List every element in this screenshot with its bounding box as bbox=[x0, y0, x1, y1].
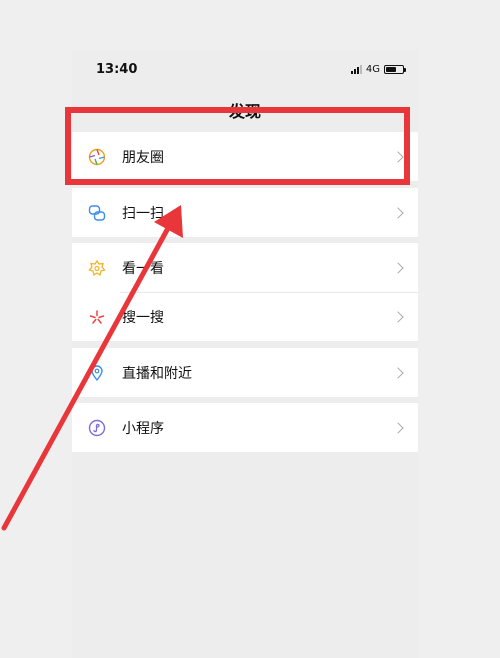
chevron-right-icon bbox=[392, 366, 404, 379]
chevron-right-icon bbox=[392, 261, 404, 274]
network-type: 4G bbox=[365, 64, 380, 75]
menu-item-scan[interactable]: 扫一扫 bbox=[72, 188, 418, 237]
signal-icon bbox=[350, 65, 362, 74]
scan-icon bbox=[88, 204, 106, 222]
mini-program-icon bbox=[88, 419, 106, 437]
live-nearby-icon bbox=[88, 364, 106, 382]
battery-fill bbox=[386, 67, 396, 72]
menu-item-label: 小程序 bbox=[122, 420, 164, 437]
menu-item-search[interactable]: 搜一搜 bbox=[72, 292, 418, 341]
menu-item-top-stories[interactable]: 看一看 bbox=[72, 243, 418, 292]
status-indicators: 4G bbox=[350, 64, 406, 75]
menu-item-live-nearby[interactable]: 直播和附近 bbox=[72, 348, 418, 397]
screenshot-page: 13:40 4G 发现 朋友圈 扫一扫 看一看 搜一搜 直播和附近 小程序 bbox=[0, 0, 500, 658]
battery-icon bbox=[384, 65, 406, 74]
menu-item-label: 看一看 bbox=[122, 260, 164, 277]
menu-item-label: 直播和附近 bbox=[122, 365, 192, 382]
menu-item-mini-programs[interactable]: 小程序 bbox=[72, 403, 418, 452]
menu-group-discover: 看一看 搜一搜 bbox=[72, 243, 418, 341]
status-time: 13:40 bbox=[96, 62, 138, 77]
menu-item-label: 扫一扫 bbox=[122, 205, 164, 222]
status-bar: 13:40 4G bbox=[72, 50, 418, 92]
menu-group-live: 直播和附近 bbox=[72, 348, 418, 397]
chevron-right-icon bbox=[392, 421, 404, 434]
menu-group-mini-programs: 小程序 bbox=[72, 403, 418, 452]
menu-group-tools: 扫一扫 bbox=[72, 188, 418, 237]
search-icon bbox=[88, 308, 106, 326]
top-stories-icon bbox=[88, 259, 106, 277]
chevron-right-icon bbox=[392, 310, 404, 323]
highlight-box bbox=[65, 107, 410, 185]
menu-item-label: 搜一搜 bbox=[122, 309, 164, 326]
chevron-right-icon bbox=[392, 206, 404, 219]
